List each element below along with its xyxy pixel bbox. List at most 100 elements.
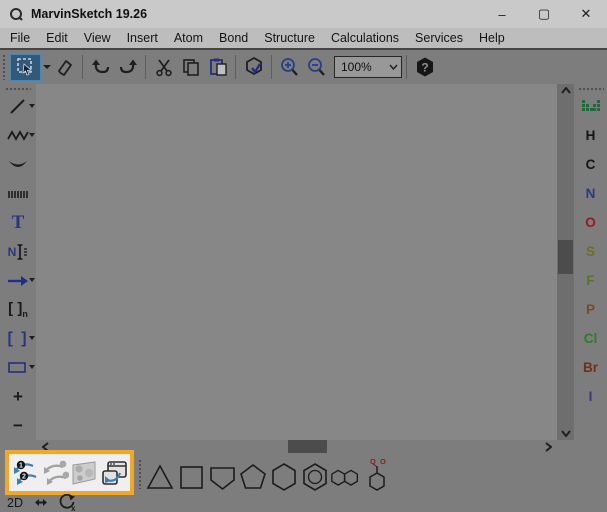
element-cl-button[interactable]: Cl (574, 324, 607, 353)
menu-services[interactable]: Services (407, 28, 471, 48)
element-o-button[interactable]: O (574, 208, 607, 237)
element-h-button[interactable]: H (574, 121, 607, 150)
element-br-button[interactable]: Br (574, 353, 607, 382)
rectangle-dropdown-caret[interactable] (29, 365, 35, 369)
multiple-lines-icon (7, 188, 29, 200)
toolbar-grip[interactable] (2, 54, 7, 80)
open-in-new-window-button[interactable] (100, 458, 129, 488)
element-c-button[interactable]: C (574, 150, 607, 179)
maximize-button[interactable]: ▢ (523, 0, 565, 28)
template-toolbar-grip[interactable] (138, 459, 143, 489)
select-dropdown-caret[interactable] (43, 65, 51, 69)
rectangle-icon (7, 361, 29, 375)
scissors-icon (154, 57, 174, 77)
menu-bond[interactable]: Bond (211, 28, 256, 48)
element-n-button[interactable]: N (574, 179, 607, 208)
element-f-button[interactable]: F (574, 266, 607, 295)
svg-text:2: 2 (22, 473, 26, 480)
text-tool[interactable]: T (0, 208, 36, 237)
chain-icon (7, 127, 29, 145)
cyclohexane-icon (269, 458, 299, 492)
menu-calculations[interactable]: Calculations (323, 28, 407, 48)
arrow-dropdown-caret[interactable] (29, 278, 35, 282)
horizontal-scroll-thumb[interactable] (288, 440, 327, 453)
paste-button[interactable] (204, 54, 231, 81)
copy-button[interactable] (177, 54, 204, 81)
zoom-out-button[interactable] (303, 54, 330, 81)
unmap-atoms-button[interactable] (40, 458, 69, 488)
structure-check-icon (243, 56, 265, 78)
minimize-button[interactable]: – (481, 0, 523, 28)
template-cyclopentadiene[interactable] (206, 455, 237, 495)
rectangle-tool[interactable] (0, 353, 36, 382)
menu-structure[interactable]: Structure (256, 28, 323, 48)
brackets-tool[interactable]: [ ] (0, 324, 36, 353)
drawing-canvas[interactable] (36, 84, 557, 440)
increase-charge-tool[interactable]: + (0, 382, 36, 411)
element-s-button[interactable]: S (574, 237, 607, 266)
atom-label-tool[interactable]: N (0, 237, 36, 266)
close-button[interactable]: ✕ (565, 0, 607, 28)
template-cyclopentane[interactable] (237, 455, 268, 495)
toolbar-separator (82, 55, 83, 79)
cut-button[interactable] (150, 54, 177, 81)
select-rectangle-button[interactable] (10, 54, 41, 81)
bond-dropdown-caret[interactable] (29, 104, 35, 108)
element-symbol: S (586, 244, 595, 259)
dimension-mode-label: 2D (7, 496, 23, 510)
element-i-button[interactable]: I (574, 382, 607, 411)
template-naphthalene[interactable] (330, 455, 361, 495)
template-cyclopropane[interactable] (144, 455, 175, 495)
chain-tool[interactable] (0, 121, 36, 150)
scroll-right-arrow[interactable] (541, 440, 555, 453)
check-structure-button[interactable] (240, 54, 267, 81)
reaction-arrow-icon (7, 275, 29, 287)
svg-text:O: O (380, 457, 386, 466)
brackets-dropdown-caret[interactable] (29, 336, 35, 340)
single-bond-tool[interactable] (0, 92, 36, 121)
element-symbol: F (586, 273, 594, 288)
decrease-charge-tool[interactable]: − (0, 411, 36, 440)
chain-dropdown-caret[interactable] (29, 133, 35, 137)
zoom-combo-chevron-icon[interactable] (385, 57, 401, 77)
arc-tool[interactable] (0, 150, 36, 179)
scroll-up-arrow[interactable] (557, 84, 574, 97)
menu-file[interactable]: File (2, 28, 38, 48)
scroll-down-arrow[interactable] (557, 427, 574, 440)
view-3d-icon (70, 460, 98, 486)
menu-help[interactable]: Help (471, 28, 513, 48)
template-benzene[interactable] (299, 455, 330, 495)
multiple-lines-tool[interactable] (0, 179, 36, 208)
undo-icon (91, 57, 111, 77)
repeating-group-tool[interactable]: [ ]n (0, 295, 36, 324)
zoom-in-button[interactable] (276, 54, 303, 81)
template-cyclohexane[interactable] (268, 455, 299, 495)
template-benzoic-acid[interactable]: O O (361, 455, 392, 495)
element-p-button[interactable]: P (574, 295, 607, 324)
arc-icon (7, 158, 29, 172)
help-button[interactable]: ? (411, 54, 438, 81)
toolbar-separator (271, 55, 272, 79)
stereo-flag-icon (35, 498, 47, 507)
view-3d-button[interactable] (70, 458, 99, 488)
redo-button[interactable] (114, 54, 141, 81)
periodic-table-button[interactable] (574, 92, 607, 121)
vertical-scrollbar[interactable] (557, 84, 574, 440)
menu-view[interactable]: View (76, 28, 119, 48)
undo-button[interactable] (87, 54, 114, 81)
menu-atom[interactable]: Atom (166, 28, 211, 48)
element-symbol: Br (583, 360, 598, 375)
map-atoms-button[interactable]: 1 2 (10, 458, 39, 488)
reaction-arrow-tool[interactable] (0, 266, 36, 295)
zoom-level-select[interactable]: 100% (334, 56, 402, 78)
menu-insert[interactable]: Insert (119, 28, 166, 48)
erase-button[interactable] (51, 54, 78, 81)
vertical-scroll-thumb[interactable] (558, 240, 573, 274)
menu-bar: File Edit View Insert Atom Bond Structur… (0, 28, 607, 50)
svg-text:?: ? (421, 61, 428, 75)
menu-edit[interactable]: Edit (38, 28, 76, 48)
element-symbol: H (586, 128, 596, 143)
toolbar-separator (406, 55, 407, 79)
template-cyclobutane[interactable] (175, 455, 206, 495)
help-icon: ? (414, 56, 436, 78)
